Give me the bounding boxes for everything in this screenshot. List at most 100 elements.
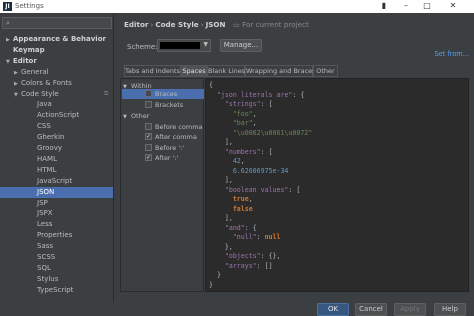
tab-spaces[interactable]: Spaces — [181, 65, 207, 77]
code-line: }, — [209, 242, 233, 251]
tree-item-label: JSON — [37, 187, 55, 196]
tab-wrapping-and-braces[interactable]: Wrapping and Braces — [245, 65, 316, 77]
tree-item-java[interactable]: Java — [30, 99, 52, 110]
tree-item-general[interactable]: ▶ General — [14, 67, 49, 78]
code-line: 6.62606975e-34 — [232, 166, 289, 175]
tree-item-label: JavaScript — [37, 176, 73, 185]
code-line: "arrays": [] — [224, 261, 273, 270]
tree-item-css[interactable]: CSS — [30, 121, 51, 132]
code-line: "null": null — [232, 233, 281, 241]
code-line: "\u0062\u0061\u0072" — [232, 128, 313, 137]
code-line: "strings": [ — [224, 100, 273, 108]
tree-item-label: ActionScript — [37, 111, 80, 120]
tree-item-colors-fonts[interactable]: ▶ Colors & Fonts — [14, 78, 72, 89]
breadcrumb-editor: Editor — [124, 20, 149, 29]
tree-item-label: JSP — [37, 198, 48, 207]
close-icon[interactable]: ✕ — [445, 0, 461, 13]
breadcrumb-code-style: Code Style — [155, 20, 199, 29]
window-title: Settings — [15, 2, 44, 10]
tree-item-jsp[interactable]: JSP — [30, 198, 48, 209]
code-preview[interactable]: { "json literals are": { "strings": [ "f… — [205, 78, 469, 292]
tree-item-javascript[interactable]: JavaScript — [30, 176, 72, 187]
tree-item-editor[interactable]: ▼ Editor — [6, 56, 37, 67]
spaces-options-panel: ▼ Within Braces Brackets ▼ Other Before … — [120, 78, 204, 292]
checkbox-checked-icon[interactable]: ✓ — [145, 154, 152, 161]
tree-item-gherkin[interactable]: Gherkin — [30, 132, 64, 143]
code-line: } — [209, 280, 213, 289]
tree-item-haml[interactable]: HAML — [30, 154, 57, 165]
tree-item-label: General — [21, 67, 49, 76]
code-line: } — [209, 271, 221, 279]
code-line: 42, — [232, 157, 245, 165]
tree-item-stylus[interactable]: Stylus — [30, 274, 58, 285]
tree-item-less[interactable]: Less — [30, 219, 52, 230]
code-line: ], — [209, 176, 233, 184]
chevron-down-icon: ▼ — [123, 114, 127, 120]
project-scope-label: ▭ For current project — [233, 20, 309, 29]
minimize-icon[interactable]: – — [398, 0, 414, 13]
code-line: "bar", — [232, 119, 257, 127]
tree-item-jspx[interactable]: JSPX — [30, 208, 53, 219]
tree-item-html[interactable]: HTML — [30, 165, 56, 176]
scheme-label: Scheme: — [127, 43, 158, 51]
pin-icon[interactable]: ▮ — [376, 0, 392, 13]
settings-search-input[interactable]: ⌕ — [2, 17, 112, 29]
checkbox[interactable] — [145, 101, 152, 108]
tree-item-label: CSS — [37, 122, 51, 131]
code-line: false — [232, 204, 253, 213]
tree-item-appearance-behavior[interactable]: ▶ Appearance & Behavior — [6, 34, 106, 45]
tree-item-json[interactable]: JSON — [30, 187, 54, 198]
apply-button[interactable]: Apply — [394, 303, 426, 316]
tree-item-label: Groovy — [37, 144, 62, 152]
ok-button[interactable]: OK — [317, 303, 349, 316]
chevron-down-icon[interactable]: ▼ — [14, 90, 21, 101]
search-icon: ⌕ — [6, 19, 10, 27]
tree-item-properties[interactable]: Properties — [30, 230, 72, 241]
checkbox-checked-icon[interactable]: ✓ — [145, 133, 152, 140]
tree-item-label: Sass — [37, 242, 54, 251]
checkbox[interactable] — [145, 90, 152, 97]
tree-item-label: HAML — [37, 154, 57, 163]
code-line: "json literals are": { — [216, 90, 305, 99]
manage-button[interactable]: Manage... — [220, 39, 262, 52]
tree-item-code-style[interactable]: ▼ Code Style ⧉ — [14, 89, 108, 101]
code-line: { — [209, 81, 213, 89]
tree-item-typescript[interactable]: TypeScript — [30, 285, 73, 296]
code-line: "foo", — [232, 109, 257, 118]
tab-tabs-and-indents[interactable]: Tabs and Indents — [124, 65, 181, 77]
code-line: ], — [209, 138, 233, 146]
tree-item-scss[interactable]: SCSS — [30, 252, 55, 263]
checkbox[interactable] — [145, 144, 152, 151]
breadcrumb-separator: › — [200, 20, 204, 29]
tree-item-actionscript[interactable]: ActionScript — [30, 110, 79, 121]
chevron-down-icon[interactable]: ▼ — [6, 57, 13, 68]
tree-item-label: Colors & Fonts — [21, 78, 72, 87]
settings-tree-panel: ⌕ ▶ Appearance & Behavior Keymap ▼ Editor ▶ Ge… — [0, 13, 114, 303]
maximize-icon[interactable]: □ — [419, 0, 435, 13]
tree-item-label: Appearance & Behavior — [13, 35, 106, 43]
tree-item-groovy[interactable]: Groovy — [30, 143, 62, 154]
set-from-link[interactable]: Set from... — [434, 50, 469, 58]
other-group[interactable]: ▼ Other — [123, 111, 149, 121]
checkbox[interactable] — [145, 123, 152, 130]
code-line: "numbers": [ — [224, 147, 273, 156]
tab-blank-lines[interactable]: Blank Lines — [207, 65, 245, 77]
breadcrumb-separator: › — [150, 20, 154, 29]
breadcrumb-json: JSON — [205, 20, 226, 29]
code-line: "boolean values": [ — [224, 185, 301, 194]
help-button[interactable]: Help — [434, 303, 466, 316]
scheme-dropdown[interactable]: ▼ — [157, 39, 211, 52]
tree-item-label: Stylus — [37, 274, 59, 283]
code-line: "objects": {}, — [224, 252, 281, 260]
tree-item-label: SQL — [37, 263, 51, 272]
tab-other[interactable]: Other — [313, 65, 338, 77]
tree-item-sql[interactable]: SQL — [30, 263, 51, 274]
code-line: true, — [232, 195, 253, 203]
tree-item-label: Java — [37, 100, 52, 109]
tree-item-label: TypeScript — [37, 285, 74, 294]
cancel-button[interactable]: Cancel — [355, 303, 387, 316]
tree-item-label: Less — [37, 220, 53, 229]
tree-item-sass[interactable]: Sass — [30, 241, 53, 252]
breadcrumb: Editor › Code Style › JSON ▭ For current pro… — [124, 20, 309, 29]
tree-item-keymap[interactable]: Keymap — [6, 45, 45, 56]
